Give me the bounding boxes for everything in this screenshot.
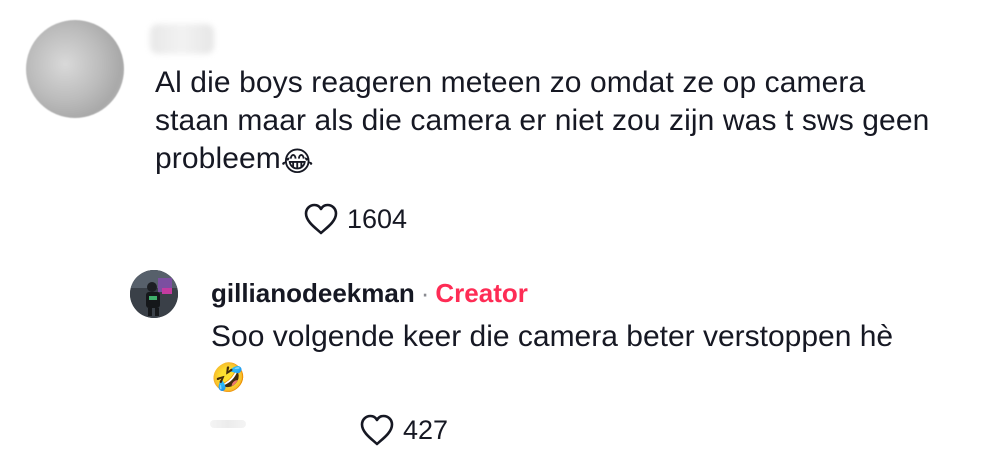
reply-like-button[interactable]: 427	[359, 413, 448, 447]
reply-like-count: 427	[403, 414, 449, 445]
reply-username[interactable]: gillianodeekman	[211, 277, 415, 309]
commenter-avatar[interactable]	[26, 20, 124, 118]
comment-body: Al die boys reageren meteen zo omdat ze …	[155, 66, 930, 175]
comment-text: Al die boys reageren meteen zo omdat ze …	[155, 64, 945, 178]
laughing-emoji: 😂	[280, 146, 314, 177]
rolling-laughing-emoji: 🤣	[211, 362, 246, 393]
comment-like-count: 1604	[347, 203, 408, 234]
reply-body: Soo volgende keer die camera beter verst…	[211, 320, 894, 353]
separator-dot: ·	[420, 278, 430, 308]
creator-badge: Creator	[435, 278, 528, 308]
comment-like-button[interactable]: 1604	[303, 202, 407, 236]
heart-outline-icon[interactable]	[303, 202, 339, 236]
user-avatar-icon	[130, 270, 178, 318]
reply-avatar[interactable]	[130, 270, 178, 318]
heart-outline-icon[interactable]	[359, 413, 395, 447]
reply-text: Soo volgende keer die camera beter verst…	[211, 318, 971, 394]
commenter-username[interactable]	[150, 24, 214, 54]
reply-timestamp-faint	[210, 420, 246, 428]
comment-thread: Al die boys reageren meteen zo omdat ze …	[0, 0, 982, 464]
reply-header: gillianodeekman · Creator	[211, 277, 528, 309]
